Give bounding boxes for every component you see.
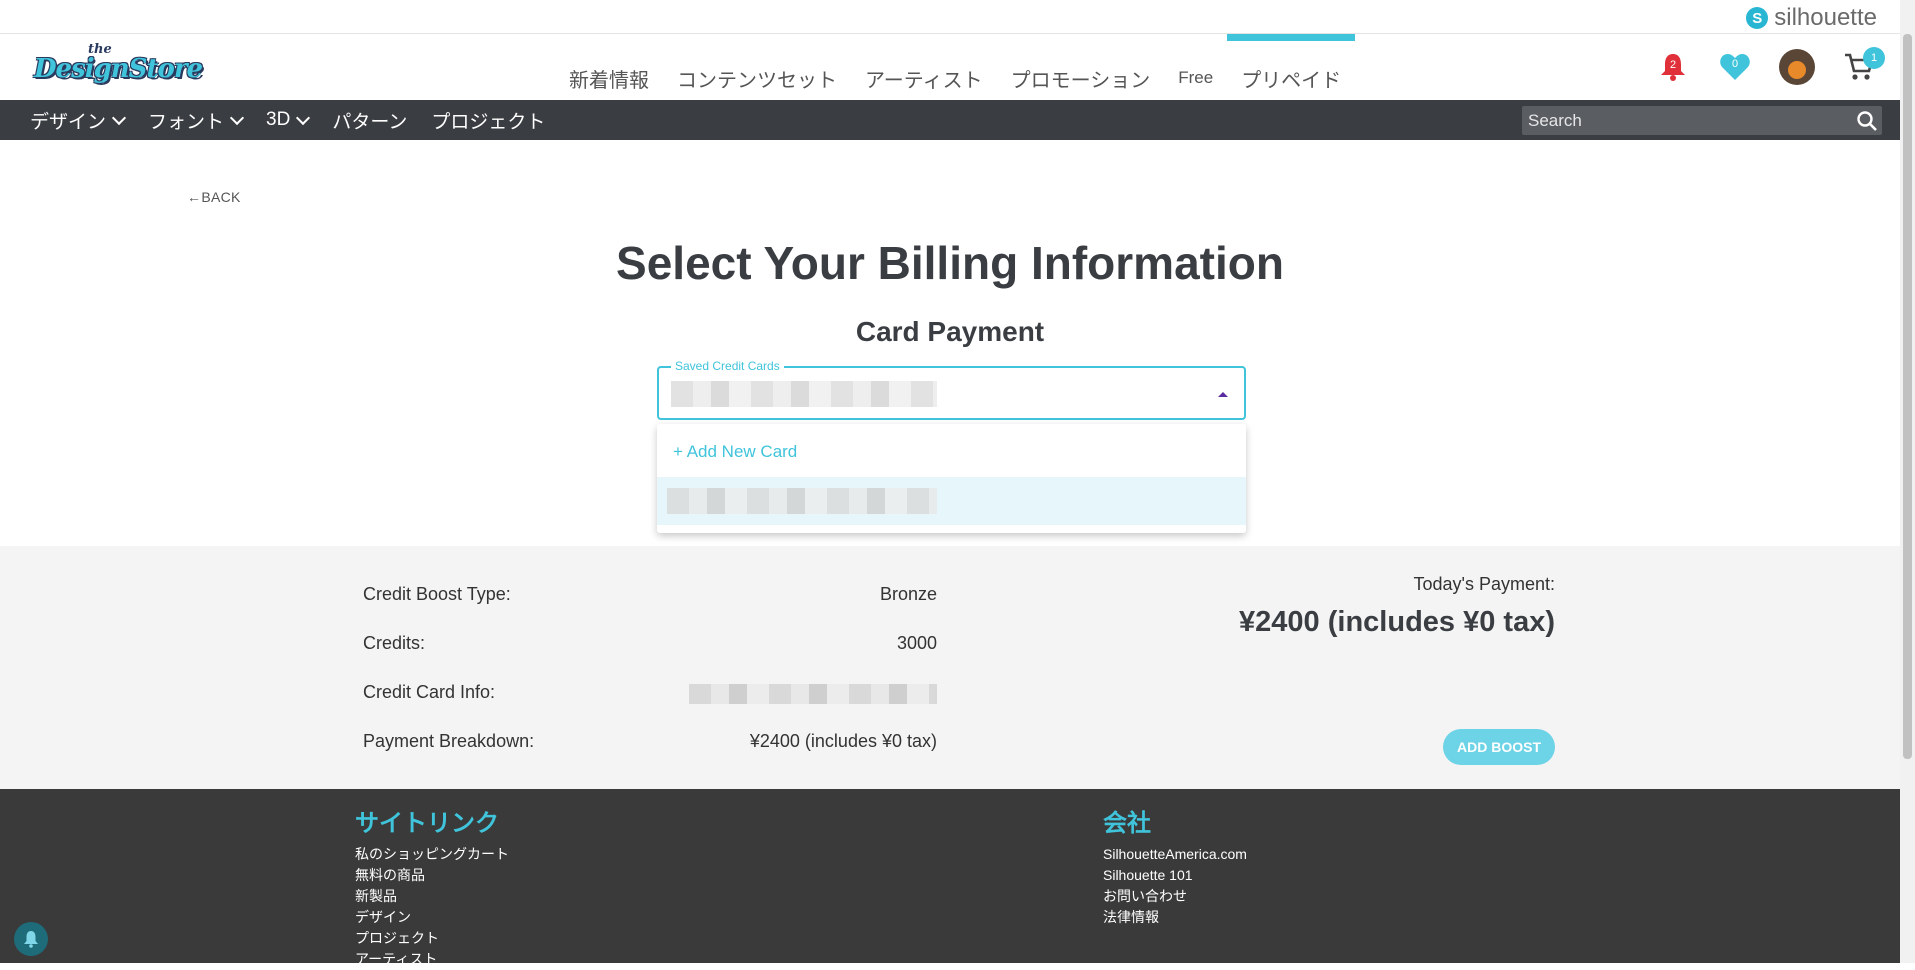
header-icons: 2 0 1 (1655, 34, 1885, 100)
nav-new[interactable]: 新着情報 (555, 34, 663, 100)
saved-card-option[interactable] (657, 477, 1246, 525)
summary-value: 3000 (896, 633, 937, 653)
category-fonts[interactable]: フォント (136, 107, 254, 134)
saved-cards-dropdown: + Add New Card (657, 424, 1246, 533)
search-box (1522, 106, 1882, 135)
footer-link[interactable]: プロジェクト (355, 928, 509, 949)
page-title: Select Your Billing Information (616, 237, 1284, 289)
selected-card-redacted (671, 381, 937, 407)
notifications-button[interactable]: 2 (1655, 49, 1691, 85)
footer-link[interactable]: SilhouetteAmerica.com (1103, 844, 1247, 865)
footer-company-title: 会社 (1103, 810, 1151, 837)
chevron-down-icon (229, 110, 245, 125)
back-label: BACK (201, 189, 241, 205)
scrollbar-thumb[interactable] (1903, 34, 1912, 759)
todays-payment-amount: ¥2400 (includes ¥0 tax) (1239, 606, 1555, 638)
footer-link[interactable]: 新製品 (355, 886, 509, 907)
summary-row-boost-type: Credit Boost Type: Bronze (363, 584, 937, 605)
add-boost-button[interactable]: ADD BOOST (1443, 729, 1555, 765)
cart-count: 1 (1863, 47, 1885, 69)
todays-payment-label: Today's Payment: (1413, 574, 1555, 594)
footer-link[interactable]: 無料の商品 (355, 865, 509, 886)
section-title: Card Payment (855, 316, 1045, 347)
summary-value: ¥2400 (includes ¥0 tax) (749, 731, 937, 751)
summary-label: Credit Boost Type: (363, 584, 511, 604)
summary-row-breakdown: Payment Breakdown: ¥2400 (includes ¥0 ta… (363, 731, 937, 752)
summary-row-card-info: Credit Card Info: (363, 682, 937, 704)
add-new-card-option[interactable]: + Add New Card (673, 442, 797, 462)
footer-link[interactable]: Silhouette 101 (1103, 865, 1247, 886)
main-nav: 新着情報 コンテンツセット アーティスト プロモーション Free プリペイド (555, 34, 1356, 100)
arrow-left-icon: ← (187, 189, 202, 205)
logo-line-2: DesignStore (34, 54, 203, 84)
nav-artists[interactable]: アーティスト (851, 34, 997, 100)
category-label: パターン (332, 111, 408, 133)
category-bar: デザイン フォント 3D パターン プロジェクト (0, 100, 1900, 140)
footer-link[interactable]: お問い合わせ (1103, 886, 1247, 907)
search-input[interactable] (1522, 106, 1852, 135)
saved-card-redacted (667, 488, 937, 514)
chevron-down-icon (296, 110, 311, 125)
notification-widget-button[interactable] (14, 922, 48, 956)
category-patterns[interactable]: パターン (320, 107, 419, 134)
footer-link[interactable]: 法律情報 (1103, 907, 1247, 928)
summary-value: Bronze (879, 584, 937, 604)
nav-free[interactable]: Free (1164, 34, 1227, 100)
footer-site-links-title: サイトリンク (355, 810, 499, 837)
footer-link[interactable]: 私のショッピングカート (355, 844, 509, 865)
footer-link[interactable]: デザイン (355, 907, 509, 928)
design-store-logo[interactable]: the DesignStore (34, 42, 203, 92)
category-designs[interactable]: デザイン (18, 107, 136, 134)
account-button[interactable] (1779, 49, 1815, 85)
category-label: 3D (266, 109, 291, 130)
category-label: フォント (148, 111, 225, 133)
category-projects[interactable]: プロジェクト (419, 107, 557, 134)
nav-content-sets[interactable]: コンテンツセット (663, 34, 851, 100)
silhouette-brand-link[interactable]: S silhouette (1746, 4, 1877, 32)
summary-label: Payment Breakdown: (363, 731, 535, 751)
silhouette-brand-text: silhouette (1774, 4, 1877, 31)
bell-icon (24, 931, 38, 948)
top-strip: S silhouette (0, 0, 1915, 34)
saved-cards-select[interactable]: Saved Credit Cards (657, 359, 1246, 420)
site-header: the DesignStore 新着情報 コンテンツセット アーティスト プロモ… (0, 34, 1915, 100)
nav-prepaid[interactable]: プリペイド (1227, 34, 1356, 100)
chevron-down-icon (111, 110, 127, 125)
notifications-count: 2 (1669, 59, 1677, 71)
footer-company: 会社 SilhouetteAmerica.com Silhouette 101 … (1103, 803, 1247, 928)
favorites-count: 0 (1731, 58, 1739, 70)
footer-site-links: サイトリンク 私のショッピングカート 無料の商品 新製品 デザイン プロジェクト… (355, 803, 509, 970)
summary-row-credits: Credits: 3000 (363, 633, 937, 654)
silhouette-logo-icon: S (1746, 7, 1769, 29)
cart-button[interactable]: 1 (1841, 47, 1885, 85)
nav-promotions[interactable]: プロモーション (997, 34, 1165, 100)
site-footer: サイトリンク 私のショッピングカート 無料の商品 新製品 デザイン プロジェクト… (0, 789, 1900, 967)
caret-up-icon (1218, 392, 1228, 397)
avatar (1779, 49, 1815, 85)
category-label: プロジェクト (431, 111, 546, 133)
favorites-button[interactable]: 0 (1717, 49, 1753, 85)
card-info-redacted (689, 682, 937, 704)
search-icon[interactable] (1852, 106, 1882, 135)
saved-cards-legend: Saved Credit Cards (671, 359, 784, 373)
summary-label: Credits: (363, 633, 426, 653)
category-label: デザイン (30, 111, 107, 133)
payment-summary: Credit Boost Type: Bronze Credits: 3000 … (0, 546, 1900, 789)
page-scrollbar[interactable] (1900, 0, 1915, 963)
back-link[interactable]: ←BACK (187, 189, 241, 205)
summary-label: Credit Card Info: (363, 682, 496, 702)
footer-link[interactable]: アーティスト (355, 949, 509, 970)
category-3d[interactable]: 3D (254, 109, 320, 131)
